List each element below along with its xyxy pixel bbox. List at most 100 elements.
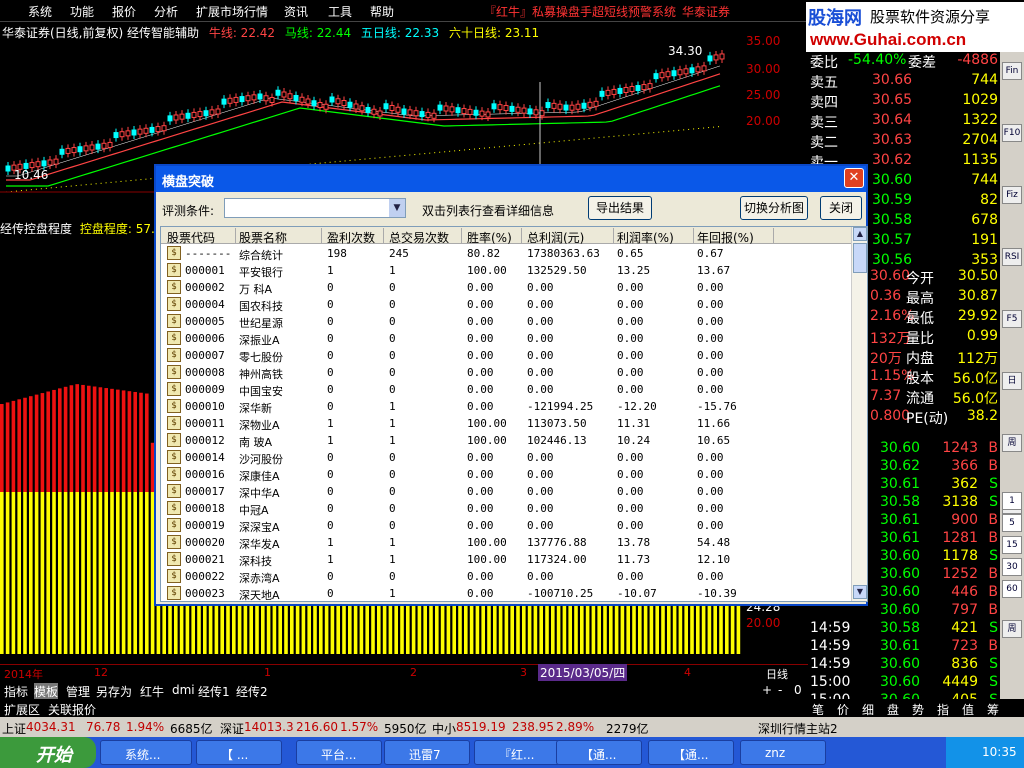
table-row[interactable]: $000010 深华新 0 1 0.00 -121994.25 -12.20 -15.76	[161, 398, 853, 415]
period-button[interactable]: 15	[1002, 536, 1022, 554]
table-row[interactable]: $000020 深华发A 1 1 100.00 137776.88 13.78 54.48	[161, 534, 853, 551]
table-row[interactable]: $000007 零七股份 0 0 0.00 0.00 0.00 0.00	[161, 347, 853, 364]
table-row[interactable]: $000011 深物业A 1 1 100.00 113073.50 11.31 11.66	[161, 415, 853, 432]
scroll-up-icon[interactable]: ▲	[853, 227, 867, 241]
column-separator[interactable]	[383, 228, 384, 243]
table-row[interactable]: $000018 中冠A 0 0 0.00 0.00 0.00 0.00	[161, 500, 853, 517]
toolbar-button[interactable]: RSI	[1002, 248, 1022, 266]
tab-related-quotes[interactable]: 关联报价	[48, 701, 96, 718]
menu-quote[interactable]: 报价	[112, 3, 136, 20]
right-tab[interactable]: 值	[962, 701, 974, 718]
filter-select[interactable]: ▼	[224, 198, 406, 218]
server-station[interactable]: 深圳行情主站2	[758, 720, 838, 737]
menu-analysis[interactable]: 分析	[154, 3, 178, 20]
tab-manage[interactable]: 管理	[66, 683, 90, 700]
taskbar-item[interactable]: 平台...	[296, 740, 382, 765]
menu-tools[interactable]: 工具	[328, 3, 352, 20]
close-button[interactable]: 关闭	[820, 196, 862, 220]
chevron-down-icon[interactable]: ▼	[389, 199, 405, 217]
table-row[interactable]: $000021 深科技 1 1 100.00 117324.00 11.73 12.10	[161, 551, 853, 568]
vertical-scrollbar[interactable]: ▲ ▼	[851, 227, 867, 601]
column-separator[interactable]	[461, 228, 462, 243]
menu-news[interactable]: 资讯	[284, 3, 308, 20]
table-row[interactable]: $ ------- 综合统计 198 245 80.82 17380363.63 0.65 0.…	[161, 245, 853, 262]
taskbar-item[interactable]: 【通...	[648, 740, 734, 765]
column-header[interactable]: 股票代码	[167, 229, 215, 246]
column-header[interactable]: 年回报(%)	[697, 229, 754, 246]
tab-extension-area[interactable]: 扩展区	[4, 701, 40, 718]
toolbar-button[interactable]: 日	[1002, 372, 1022, 390]
taskbar-item[interactable]: 【通...	[556, 740, 642, 765]
table-row[interactable]: $000005 世纪星源 0 0 0.00 0.00 0.00 0.00	[161, 313, 853, 330]
start-button[interactable]: 开始	[0, 737, 96, 768]
toolbar-button[interactable]: F5	[1002, 310, 1022, 328]
tab-template[interactable]: 模板	[34, 683, 59, 700]
table-row[interactable]: $000022 深赤湾A 0 0 0.00 0.00 0.00 0.00	[161, 568, 853, 585]
column-header[interactable]: 总利润(元)	[527, 229, 584, 246]
table-row[interactable]: $000017 深中华A 0 0 0.00 0.00 0.00 0.00	[161, 483, 853, 500]
taskbar-item[interactable]: znz	[740, 740, 826, 765]
table-row[interactable]: $000006 深振业A 0 0 0.00 0.00 0.00 0.00	[161, 330, 853, 347]
right-tab[interactable]: 价	[837, 701, 849, 718]
right-tab[interactable]: 笔	[812, 701, 824, 718]
menu-help[interactable]: 帮助	[370, 3, 394, 20]
zoom-out-button[interactable]: -	[778, 683, 782, 697]
tab-save-as[interactable]: 另存为	[96, 683, 132, 700]
tab-hongniu[interactable]: 红牛	[140, 683, 164, 700]
column-separator[interactable]	[613, 228, 614, 243]
table-row[interactable]: $000004 国农科技 0 0 0.00 0.00 0.00 0.00	[161, 296, 853, 313]
table-row[interactable]: $000001 平安银行 1 1 100.00 132529.50 13.25 13.67	[161, 262, 853, 279]
right-tab[interactable]: 筹	[987, 701, 999, 718]
period-label[interactable]: 日线	[766, 666, 788, 682]
column-separator[interactable]	[235, 228, 236, 243]
column-header[interactable]: 总交易次数	[389, 229, 449, 246]
column-separator[interactable]	[321, 228, 322, 243]
period-button[interactable]: 5	[1002, 514, 1022, 532]
table-row[interactable]: $000008 神州高铁 0 0 0.00 0.00 0.00 0.00	[161, 364, 853, 381]
taskbar-item[interactable]: 系统...	[100, 740, 192, 765]
right-tab[interactable]: 细	[862, 701, 874, 718]
column-header[interactable]: 利润率(%)	[617, 229, 674, 246]
column-header[interactable]: 盈利次数	[327, 229, 375, 246]
column-header[interactable]: 股票名称	[239, 229, 287, 246]
scroll-thumb[interactable]	[853, 243, 867, 273]
menu-extended-market[interactable]: 扩展市场行情	[196, 3, 268, 20]
period-button[interactable]: 60	[1002, 580, 1022, 598]
table-row[interactable]: $000023 深天地A 0 1 0.00 -100710.25 -10.07 -10.39	[161, 585, 853, 601]
column-separator[interactable]	[693, 228, 694, 243]
toolbar-button[interactable]: F10	[1002, 124, 1022, 142]
clock[interactable]: 10:35	[982, 745, 1017, 759]
dialog-titlebar[interactable]: 横盘突破 ✕	[156, 166, 866, 192]
toolbar-button[interactable]: Fin	[1002, 62, 1022, 80]
table-row[interactable]: $000014 沙河股份 0 0 0.00 0.00 0.00 0.00	[161, 449, 853, 466]
taskbar-item[interactable]: 【 ...	[196, 740, 282, 765]
toolbar-button[interactable]: Fiz	[1002, 186, 1022, 204]
menu-system[interactable]: 系统	[28, 3, 52, 20]
table-row[interactable]: $000002 万 科A 0 0 0.00 0.00 0.00 0.00	[161, 279, 853, 296]
tab-jingchuan2[interactable]: 经传2	[236, 683, 268, 700]
tab-jingchuan1[interactable]: 经传1	[198, 683, 230, 700]
right-tab[interactable]: 指	[937, 701, 949, 718]
period-button[interactable]: 30	[1002, 558, 1022, 576]
toolbar-button[interactable]: 周	[1002, 620, 1022, 638]
close-icon[interactable]: ✕	[844, 168, 864, 188]
menu-function[interactable]: 功能	[70, 3, 94, 20]
column-separator[interactable]	[521, 228, 522, 243]
period-button[interactable]: 1	[1002, 492, 1022, 510]
toolbar-button[interactable]: 周	[1002, 434, 1022, 452]
promo-text[interactable]: 『红牛』私募操盘手超短线预警系统	[484, 3, 676, 20]
table-row[interactable]: $000019 深深宝A 0 0 0.00 0.00 0.00 0.00	[161, 517, 853, 534]
table-row[interactable]: $000016 深康佳A 0 0 0.00 0.00 0.00 0.00	[161, 466, 853, 483]
right-tab[interactable]: 势	[912, 701, 924, 718]
column-separator[interactable]	[773, 228, 774, 243]
tab-dmi[interactable]: dmi	[172, 683, 195, 697]
column-header[interactable]: 胜率(%)	[467, 229, 512, 246]
table-row[interactable]: $000012 南 玻A 1 1 100.00 102446.13 10.24 10.65	[161, 432, 853, 449]
taskbar-item[interactable]: 迅雷7	[384, 740, 470, 765]
right-tab[interactable]: 盘	[887, 701, 899, 718]
zoom-reset-button[interactable]: 0	[794, 683, 802, 697]
zoom-in-button[interactable]: +	[762, 683, 772, 697]
table-row[interactable]: $000009 中国宝安 0 0 0.00 0.00 0.00 0.00	[161, 381, 853, 398]
export-button[interactable]: 导出结果	[588, 196, 652, 220]
taskbar-item[interactable]: 『红...	[474, 740, 560, 765]
